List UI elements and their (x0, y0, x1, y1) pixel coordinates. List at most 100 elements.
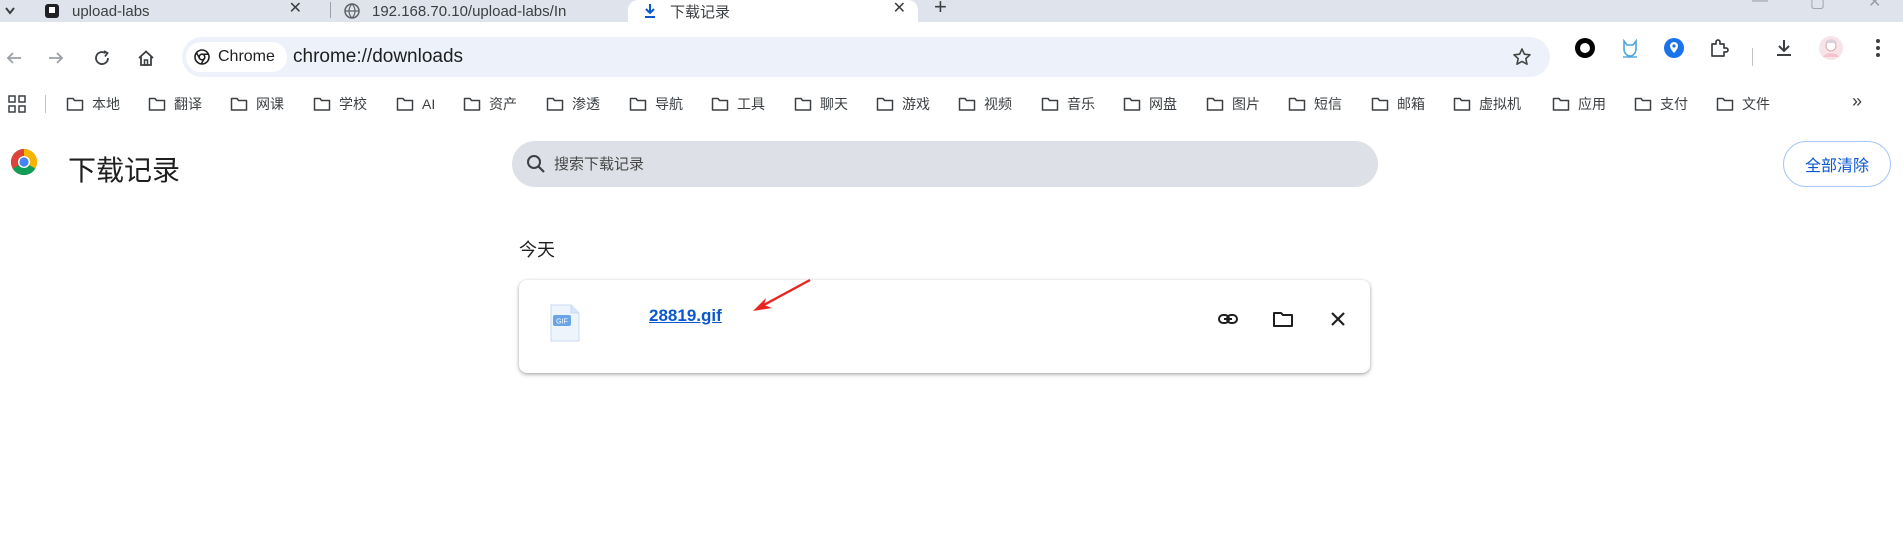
new-tab-button[interactable]: + (934, 0, 947, 20)
tab-downloads[interactable]: 下载记录 ✕ (628, 0, 918, 22)
bookmark-folder[interactable]: 导航 (629, 92, 683, 116)
bookmark-folder[interactable]: 聊天 (794, 92, 848, 116)
bookmark-label: 本地 (92, 96, 120, 112)
bookmark-folder[interactable]: 应用 (1552, 92, 1606, 116)
folder-icon (148, 97, 166, 111)
bookmark-folder[interactable]: 渗透 (546, 92, 600, 116)
folder-icon (1288, 97, 1306, 111)
extensions-puzzle-icon[interactable] (1707, 36, 1731, 60)
bookmark-folder[interactable]: 支付 (1634, 92, 1688, 116)
folder-icon (546, 97, 564, 111)
tab-title: upload-labs (72, 2, 150, 20)
bookmark-label: 应用 (1578, 96, 1606, 112)
bookmark-label: 视频 (984, 96, 1012, 112)
maximize-icon[interactable]: ▢ (1810, 0, 1825, 12)
bookmark-folder[interactable]: 学校 (313, 92, 367, 116)
folder-icon (1371, 97, 1389, 111)
downloads-button[interactable] (1772, 36, 1796, 60)
url-text[interactable]: chrome://downloads (293, 46, 463, 68)
apps-grid-icon[interactable] (8, 95, 26, 118)
folder-icon (1041, 97, 1059, 111)
tab-search-button[interactable] (4, 0, 22, 22)
tab-divider (330, 2, 331, 18)
bookmark-folder[interactable]: 翻译 (148, 92, 202, 116)
folder-icon (1716, 97, 1734, 111)
folder-icon (463, 97, 481, 111)
bookmark-folder[interactable]: 图片 (1206, 92, 1260, 116)
bookmark-folder[interactable]: 资产 (463, 92, 517, 116)
download-icon (642, 3, 658, 19)
annotation-arrow-icon (753, 278, 811, 311)
download-item-card: GIF 28819.gif (519, 280, 1370, 373)
search-downloads[interactable] (512, 141, 1378, 187)
back-button[interactable] (0, 44, 28, 72)
link-icon (1218, 314, 1238, 324)
bookmark-folder[interactable]: 工具 (711, 92, 765, 116)
tab-upload-labs-url[interactable]: 192.168.70.10/upload-labs/In (344, 0, 622, 22)
search-input[interactable] (554, 141, 1354, 187)
folder-icon (711, 97, 729, 111)
bookmark-folder[interactable]: 游戏 (876, 92, 930, 116)
remove-download-button[interactable] (1322, 303, 1354, 335)
copy-link-button[interactable] (1212, 303, 1244, 335)
extension-cat-icon[interactable] (1618, 36, 1642, 60)
folder-icon (313, 97, 331, 111)
bookmark-label: 渗透 (572, 96, 600, 112)
folder-icon (794, 97, 812, 111)
downloads-header: 下载记录 全部清除 (0, 124, 1903, 204)
bookmark-folder[interactable]: 虚拟机 (1453, 92, 1521, 116)
search-icon (527, 155, 545, 173)
clear-all-button[interactable]: 全部清除 (1783, 141, 1891, 187)
tab-strip: upload-labs ✕ 192.168.70.10/upload-labs/… (0, 0, 1903, 22)
globe-icon (344, 3, 360, 19)
bookmark-label: 网课 (256, 96, 284, 112)
reload-button[interactable] (88, 44, 116, 72)
bookmark-folder[interactable]: 短信 (1288, 92, 1342, 116)
bookmarks-bar: 本地 翻译 网课 学校 AI 资产 渗透 导航 工具 聊天 游戏 视频 音乐 网盘 图片 短信 邮箱 虚拟机 应用 支… (0, 91, 1903, 124)
folder-icon (958, 97, 976, 111)
bookmark-folder[interactable]: 视频 (958, 92, 1012, 116)
chrome-logo-icon (10, 148, 38, 176)
chevron-down-icon (5, 7, 15, 15)
bookmark-folder[interactable]: 网课 (230, 92, 284, 116)
show-in-folder-button[interactable] (1267, 303, 1299, 335)
close-icon[interactable]: ✕ (289, 0, 302, 18)
more-menu-icon[interactable] (1866, 36, 1890, 60)
bookmark-folder[interactable]: 邮箱 (1371, 92, 1425, 116)
home-button[interactable] (132, 44, 160, 72)
extension-circle-icon[interactable] (1573, 36, 1597, 60)
bookmark-label: 游戏 (902, 96, 930, 112)
home-icon (138, 50, 154, 66)
window-close-icon[interactable]: ✕ (1868, 0, 1881, 12)
bookmark-label: 网盘 (1149, 96, 1177, 112)
bookmark-folder[interactable]: 本地 (66, 92, 120, 116)
gif-file-icon: GIF (550, 304, 580, 342)
site-info-chip[interactable]: Chrome (186, 42, 287, 72)
folder-icon (1206, 97, 1224, 111)
bookmark-label: 翻译 (174, 96, 202, 112)
folder-icon (396, 97, 414, 111)
profile-avatar[interactable] (1818, 35, 1844, 61)
minimize-icon[interactable]: — (1752, 0, 1768, 10)
bookmark-label: 聊天 (820, 96, 848, 112)
bookmark-folder[interactable]: 网盘 (1123, 92, 1177, 116)
close-icon[interactable]: ✕ (893, 0, 906, 18)
toolbar-divider (1752, 48, 1753, 66)
bookmark-folder[interactable]: AI (396, 92, 435, 116)
bookmark-folder[interactable]: 文件 (1716, 92, 1770, 116)
tab-title: 192.168.70.10/upload-labs/In (372, 2, 567, 20)
bookmark-folder[interactable]: 音乐 (1041, 92, 1095, 116)
page-title: 下载记录 (68, 155, 181, 186)
address-bar[interactable]: Chrome chrome://downloads (182, 37, 1550, 77)
chevron-double-right-icon[interactable]: » (1852, 91, 1862, 112)
extension-location-icon[interactable] (1662, 36, 1686, 60)
bookmark-label: 学校 (339, 96, 367, 112)
chrome-icon (194, 49, 210, 65)
tab-upload-labs[interactable]: upload-labs ✕ (44, 0, 314, 22)
upload-labs-icon (44, 3, 60, 19)
forward-button[interactable] (42, 44, 70, 72)
download-filename-link[interactable]: 28819.gif (649, 306, 722, 326)
bookmark-star-icon[interactable] (1512, 47, 1532, 72)
bookmark-label: 资产 (489, 96, 517, 112)
bookmark-label: 短信 (1314, 96, 1342, 112)
